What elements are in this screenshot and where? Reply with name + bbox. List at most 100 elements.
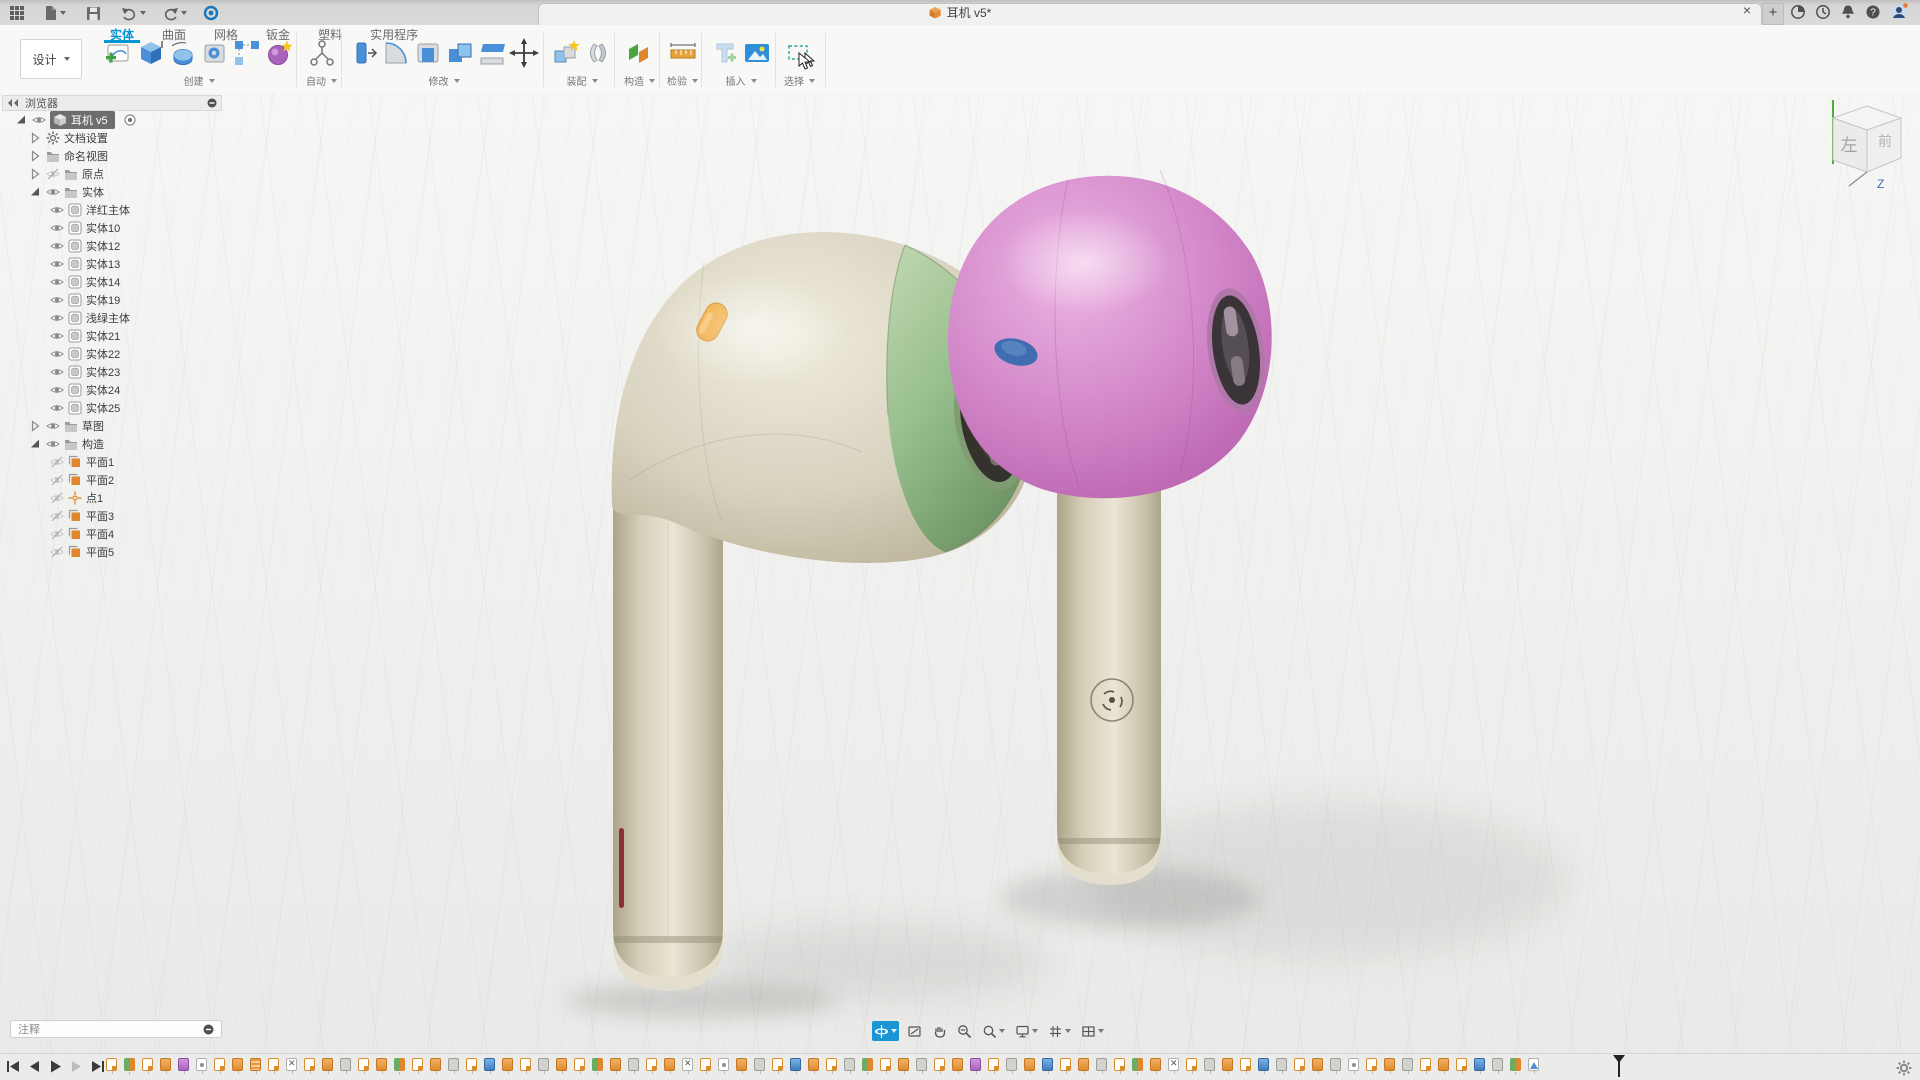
tree-label[interactable]: 实体13 <box>86 256 120 272</box>
tree-label[interactable]: 洋红主体 <box>86 202 130 218</box>
split-body-icon[interactable] <box>477 38 507 68</box>
move-copy-icon[interactable] <box>509 38 539 68</box>
help-icon[interactable]: ? <box>1865 4 1881 25</box>
visibility-eye-icon[interactable] <box>46 437 60 451</box>
nav-fit-button[interactable] <box>980 1021 1007 1041</box>
shell-icon[interactable] <box>413 38 443 68</box>
visibility-eye-icon[interactable] <box>50 329 64 343</box>
visibility-eye-icon[interactable] <box>50 239 64 253</box>
timeline-feature-sketch[interactable] <box>1186 1058 1197 1071</box>
tree-row-原点[interactable]: 原点 <box>2 165 242 183</box>
tree-row-实体21[interactable]: 实体21 <box>2 327 242 345</box>
canvas-icon[interactable] <box>742 38 772 68</box>
toolbar-group-label-0[interactable]: 创建 <box>184 73 215 88</box>
visibility-eye-icon[interactable] <box>46 167 60 181</box>
timeline-feature-extrude[interactable] <box>160 1058 171 1071</box>
tree-row-实体[interactable]: 实体 <box>2 183 242 201</box>
tree-row-耳机 v5[interactable]: 耳机 v5 <box>2 111 242 129</box>
timeline-feature-extrude[interactable] <box>898 1058 909 1071</box>
tree-row-平面5[interactable]: 平面5 <box>2 543 242 561</box>
tree-label[interactable]: 点1 <box>86 490 103 506</box>
timeline-feature-sketch[interactable] <box>1240 1058 1251 1071</box>
timeline-feature-sketch[interactable] <box>646 1058 657 1071</box>
timeline-feature-fillet[interactable] <box>538 1058 549 1071</box>
timeline-feature-extrude[interactable] <box>1024 1058 1035 1071</box>
tree-label[interactable]: 浅绿主体 <box>86 310 130 326</box>
extensions-icon[interactable] <box>200 4 222 22</box>
timeline-feature-trim[interactable] <box>1168 1058 1179 1071</box>
timeline-feature-fillet[interactable] <box>1006 1058 1017 1071</box>
toolbar-group-label-5[interactable]: 检验 <box>667 73 698 88</box>
timeline-feature-sketch[interactable] <box>880 1058 891 1071</box>
tree-row-平面3[interactable]: 平面3 <box>2 507 242 525</box>
visibility-eye-icon[interactable] <box>50 221 64 235</box>
tab-close-icon[interactable]: × <box>1738 2 1756 20</box>
visibility-eye-icon[interactable] <box>50 509 64 523</box>
timeline-feature-boolean[interactable] <box>1258 1058 1269 1071</box>
tree-label[interactable]: 实体12 <box>86 238 120 254</box>
expand-arrow-icon[interactable] <box>28 167 42 181</box>
timeline-feature-trim[interactable] <box>682 1058 693 1071</box>
timeline-feature-plane[interactable] <box>1510 1058 1521 1071</box>
timeline-feature-sketch[interactable] <box>412 1058 423 1071</box>
timeline-feature-sketch[interactable] <box>1366 1058 1377 1071</box>
timeline-feature-extrude[interactable] <box>1078 1058 1089 1071</box>
timeline-feature-boolean[interactable] <box>790 1058 801 1071</box>
tree-label[interactable]: 平面1 <box>86 454 114 470</box>
visibility-eye-icon[interactable] <box>50 257 64 271</box>
pattern-icon[interactable] <box>232 38 262 68</box>
timeline-feature-extrude[interactable] <box>376 1058 387 1071</box>
expand-arrow-icon[interactable] <box>28 149 42 163</box>
create-sketch-icon[interactable] <box>104 38 134 68</box>
expand-arrow-icon[interactable] <box>28 419 42 433</box>
nav-zoom-button[interactable] <box>955 1021 974 1041</box>
revolve-icon[interactable] <box>168 38 198 68</box>
timeline-feature-extrude[interactable] <box>1384 1058 1395 1071</box>
toolbar-group-label-4[interactable]: 构造 <box>624 73 655 88</box>
tree-row-点1[interactable]: 点1 <box>2 489 242 507</box>
browser-header[interactable]: 浏览器 <box>2 95 222 111</box>
tree-row-实体10[interactable]: 实体10 <box>2 219 242 237</box>
timeline-feature-fillet[interactable] <box>340 1058 351 1071</box>
tree-row-实体14[interactable]: 实体14 <box>2 273 242 291</box>
construction-plane-icon[interactable] <box>625 38 655 68</box>
comments-bar[interactable]: 注释 <box>10 1020 222 1038</box>
visibility-eye-icon[interactable] <box>32 113 46 127</box>
browser-options-icon[interactable] <box>207 98 217 108</box>
nav-look-at-button[interactable] <box>905 1021 924 1041</box>
document-tab[interactable] <box>538 3 1762 26</box>
timeline-play-button[interactable] <box>48 1059 63 1074</box>
timeline-feature-sketch[interactable] <box>214 1058 225 1071</box>
tree-row-草图[interactable]: 草图 <box>2 417 242 435</box>
press-pull-icon[interactable] <box>349 38 379 68</box>
timeline-feature-fillet[interactable] <box>754 1058 765 1071</box>
timeline-feature-extrude[interactable] <box>736 1058 747 1071</box>
visibility-eye-icon[interactable] <box>50 203 64 217</box>
timeline-feature-extrude[interactable] <box>322 1058 333 1071</box>
tree-label[interactable]: 命名视图 <box>64 148 108 164</box>
tree-label[interactable]: 文档设置 <box>64 130 108 146</box>
tree-label[interactable]: 构造 <box>82 436 104 452</box>
tree-row-平面4[interactable]: 平面4 <box>2 525 242 543</box>
visibility-eye-icon[interactable] <box>50 275 64 289</box>
tree-label[interactable]: 实体 <box>82 184 104 200</box>
tree-row-实体23[interactable]: 实体23 <box>2 363 242 381</box>
decal-icon[interactable] <box>710 38 740 68</box>
tree-label[interactable]: 实体21 <box>86 328 120 344</box>
update-clock-icon[interactable] <box>1815 4 1831 25</box>
visibility-eye-icon[interactable] <box>50 455 64 469</box>
nav-orbit-button[interactable] <box>872 1021 899 1041</box>
timeline-feature-sketch[interactable] <box>988 1058 999 1071</box>
timeline-feature-sketch[interactable] <box>106 1058 117 1071</box>
timeline-feature-boolean[interactable] <box>1474 1058 1485 1071</box>
activate-component-radio[interactable] <box>123 113 137 127</box>
visibility-eye-icon[interactable] <box>50 527 64 541</box>
timeline-feature-fillet[interactable] <box>1402 1058 1413 1071</box>
new-tab-button[interactable]: + <box>1762 3 1784 25</box>
timeline-feature-sketch[interactable] <box>1294 1058 1305 1071</box>
timeline-feature-point[interactable] <box>718 1058 729 1071</box>
timeline-feature-draft[interactable] <box>1528 1058 1539 1071</box>
visibility-eye-icon[interactable] <box>50 473 64 487</box>
visibility-eye-icon[interactable] <box>50 401 64 415</box>
visibility-eye-icon[interactable] <box>50 383 64 397</box>
